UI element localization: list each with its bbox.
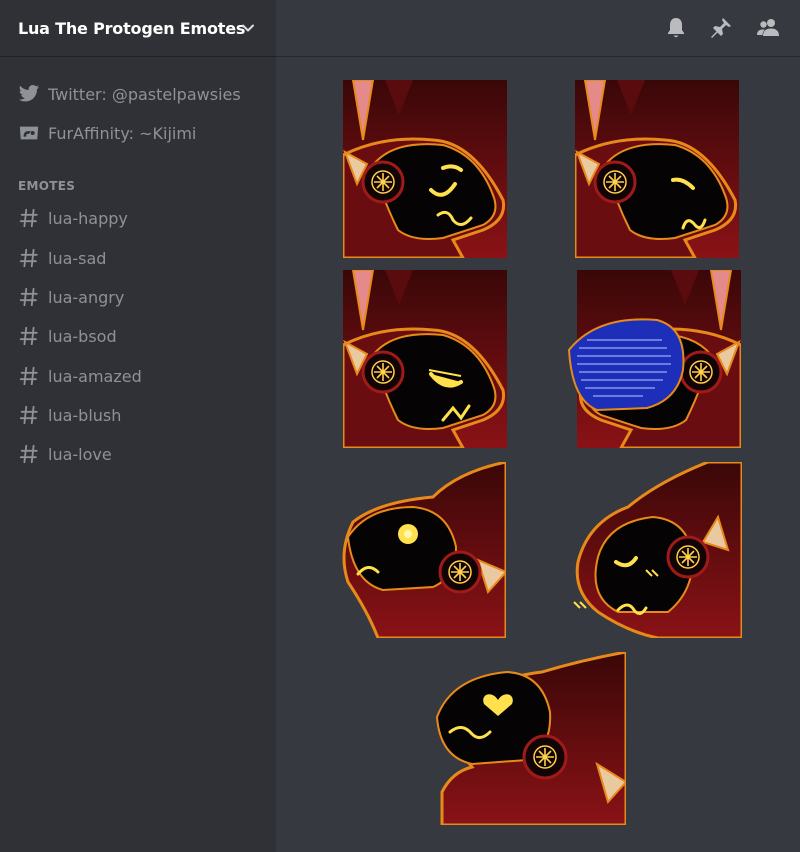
channel-label: lua-love — [48, 444, 112, 464]
channel-lua-amazed[interactable]: lua-amazed — [18, 363, 268, 389]
emote-lua-amazed[interactable] — [338, 462, 506, 638]
channel-lua-blush[interactable]: lua-blush — [18, 402, 268, 428]
twitter-icon — [18, 85, 40, 102]
channel-label: lua-angry — [48, 287, 125, 307]
twitter-link[interactable]: Twitter: @pastelpawsies — [18, 82, 241, 106]
hash-icon — [19, 326, 38, 346]
hash-icon — [19, 405, 38, 425]
emote-lua-blush[interactable] — [568, 462, 742, 638]
channel-lua-sad[interactable]: lua-sad — [18, 245, 268, 271]
hash-icon — [19, 208, 38, 228]
hash-icon — [19, 444, 38, 464]
twitter-link-label: Twitter: @pastelpawsies — [48, 84, 241, 104]
channel-sidebar: Lua The Protogen Emotes Twitter: @pastel… — [0, 0, 276, 852]
channel-lua-love[interactable]: lua-love — [18, 441, 268, 467]
channel-lua-angry[interactable]: lua-angry — [18, 284, 268, 310]
hash-icon — [19, 366, 38, 386]
emote-lua-happy[interactable] — [343, 80, 507, 258]
server-name: Lua The Protogen Emotes — [18, 18, 246, 38]
channel-label: lua-blush — [48, 405, 122, 425]
channel-label: lua-sad — [48, 248, 107, 268]
channel-toolbar — [276, 0, 800, 57]
furaffinity-icon — [19, 126, 39, 140]
channel-label: lua-bsod — [48, 326, 117, 346]
pin-icon[interactable] — [709, 16, 733, 40]
furaffinity-link[interactable]: FurAffinity: ~Kijimi — [18, 121, 196, 145]
lua-love-image — [432, 652, 626, 825]
emote-lua-sad[interactable] — [575, 80, 739, 258]
hash-icon — [19, 248, 38, 268]
lua-amazed-image — [338, 462, 506, 638]
lua-blush-image — [568, 462, 742, 638]
channel-lua-happy[interactable]: lua-happy — [18, 205, 268, 231]
emote-lua-angry[interactable] — [343, 270, 507, 448]
lua-sad-image — [575, 80, 739, 258]
hash-icon — [19, 287, 38, 307]
furaffinity-link-label: FurAffinity: ~Kijimi — [48, 123, 197, 143]
bell-icon[interactable] — [664, 16, 688, 40]
channel-label: lua-happy — [48, 208, 128, 228]
channel-label: lua-amazed — [48, 366, 142, 386]
emote-lua-bsod[interactable] — [567, 270, 741, 448]
server-header[interactable]: Lua The Protogen Emotes — [0, 0, 276, 57]
category-emotes[interactable]: EMOTES — [18, 179, 75, 193]
chevron-down-icon[interactable] — [240, 20, 256, 36]
lua-angry-image — [343, 270, 507, 448]
emote-lua-love[interactable] — [432, 652, 626, 825]
members-icon[interactable] — [756, 16, 780, 40]
channel-lua-bsod[interactable]: lua-bsod — [18, 323, 268, 349]
lua-happy-image — [343, 80, 507, 258]
lua-bsod-image — [567, 270, 741, 448]
